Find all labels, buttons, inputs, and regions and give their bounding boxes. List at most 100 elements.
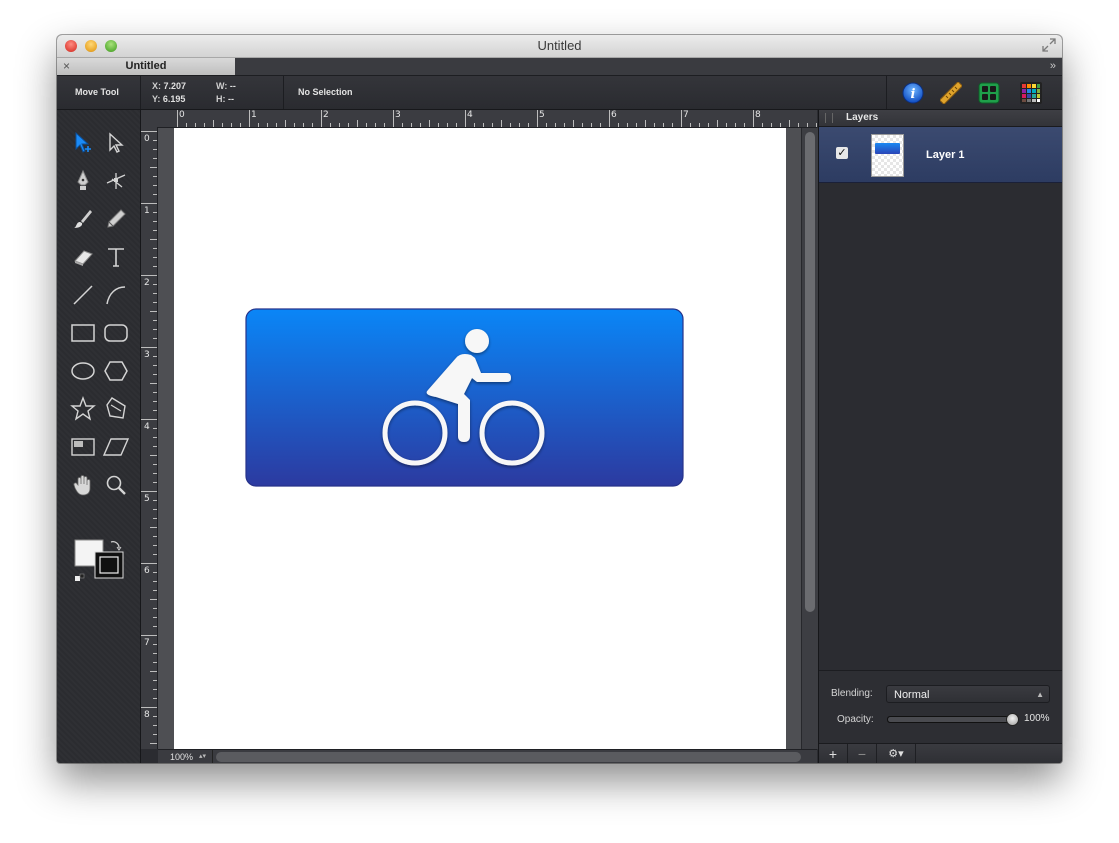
y-readout: Y: 6.195	[152, 94, 185, 104]
h-ruler-label: 7	[683, 110, 689, 120]
layer-thumbnail-art	[875, 143, 900, 154]
add-layer-button[interactable]: +	[819, 744, 848, 763]
zoom-stepper-icon: ▴▾	[198, 753, 206, 760]
layer-properties: Blending: Normal ▲ Opacity: 100%	[819, 670, 1062, 743]
h-ruler-label: 3	[395, 110, 401, 120]
tab-overflow-icon[interactable]: »	[1050, 58, 1056, 75]
vertical-ruler[interactable]: 0 1 2 3 4 5 6 7 8	[141, 127, 158, 749]
blending-label: Blending:	[831, 688, 873, 699]
layer-row[interactable]: ✓ Layer 1	[819, 127, 1062, 183]
v-ruler-label: 4	[144, 422, 150, 432]
app-window: Untitled × Untitled » Move Tool X: 7.207…	[57, 35, 1062, 763]
ruler-icon[interactable]	[940, 82, 962, 104]
curve-tool[interactable]	[101, 280, 131, 310]
direct-select-tool[interactable]	[101, 128, 131, 158]
v-ruler-label: 7	[144, 638, 150, 648]
blending-mode-value: Normal	[894, 689, 930, 701]
pencil-icon	[107, 209, 126, 228]
node-edit-icon	[106, 173, 126, 189]
eraser-tool[interactable]	[68, 242, 98, 272]
zoom-tool[interactable]	[101, 470, 131, 500]
v-ruler-label: 2	[144, 278, 150, 288]
layers-panel: Layers ✓ Layer 1 Blending: Normal ▲ Opac…	[818, 110, 1062, 763]
x-readout: X: 7.207	[152, 81, 186, 91]
h-ruler-label: 5	[539, 110, 545, 120]
pencil-tool[interactable]	[101, 204, 131, 234]
hand-tool[interactable]	[68, 470, 98, 500]
h-ruler-label: 6	[611, 110, 617, 120]
vertical-scroll-thumb[interactable]	[805, 132, 815, 612]
line-tool[interactable]	[68, 280, 98, 310]
pen-tool[interactable]	[68, 166, 98, 196]
opacity-slider-knob[interactable]	[1006, 713, 1019, 726]
window-title: Untitled	[537, 38, 582, 53]
opacity-value: 100%	[1024, 713, 1050, 724]
h-ruler-label: 1	[251, 110, 257, 120]
rounded-rectangle-tool[interactable]	[101, 318, 131, 348]
layer-name: Layer 1	[926, 149, 965, 161]
w-value: --	[229, 81, 236, 91]
layer-visibility-checkbox[interactable]: ✓	[836, 147, 848, 159]
crop-icon	[71, 438, 95, 456]
color-wells[interactable]	[73, 538, 125, 582]
selection-status: No Selection	[298, 87, 353, 97]
layers-title: Layers	[846, 112, 879, 123]
node-tool[interactable]	[101, 166, 131, 196]
rectangle-icon	[71, 324, 95, 342]
fullscreen-icon[interactable]	[1042, 38, 1056, 52]
info-icon[interactable]: i	[902, 82, 924, 104]
magnifier-icon	[106, 475, 126, 495]
h-ruler-label: 4	[467, 110, 473, 120]
hexagon-icon	[104, 361, 128, 381]
skew-tool[interactable]	[101, 432, 131, 462]
text-tool[interactable]	[101, 242, 131, 272]
tools-panel	[57, 110, 140, 763]
remove-layer-button[interactable]: −	[848, 744, 877, 763]
opacity-slider[interactable]	[887, 713, 1019, 726]
cyclist-button-artwork[interactable]	[245, 308, 685, 490]
crop-tool[interactable]	[68, 432, 98, 462]
polygon-icon	[106, 397, 126, 419]
blending-mode-select[interactable]: Normal ▲	[886, 685, 1050, 703]
skew-icon	[103, 438, 129, 456]
panel-grip-icon[interactable]	[825, 113, 833, 123]
toolbar-divider	[140, 76, 141, 109]
document-canvas[interactable]	[174, 128, 786, 749]
w-label: W:	[216, 81, 228, 91]
fill-stroke-swatch-icon	[74, 539, 124, 581]
h-label: H:	[216, 94, 226, 104]
ellipse-tool[interactable]	[68, 356, 98, 386]
rectangle-tool[interactable]	[68, 318, 98, 348]
selection-arrow-tool[interactable]	[68, 128, 98, 158]
v-ruler-label: 3	[144, 350, 150, 360]
move-arrow-icon	[75, 131, 91, 153]
v-ruler-label: 1	[144, 206, 150, 216]
toolbar-divider	[886, 76, 887, 109]
horizontal-scrollbar[interactable]	[216, 752, 801, 762]
v-ruler-label: 8	[144, 710, 150, 720]
tab-bar: × Untitled »	[57, 58, 1062, 76]
brush-icon	[74, 210, 92, 228]
star-tool[interactable]	[68, 394, 98, 424]
ellipse-icon	[71, 362, 95, 380]
brush-tool[interactable]	[68, 204, 98, 234]
grid-layout-icon[interactable]	[978, 82, 1000, 104]
line-icon	[73, 285, 93, 305]
opacity-label: Opacity:	[837, 714, 874, 725]
document-tab[interactable]: × Untitled	[57, 58, 235, 75]
current-tool-label: Move Tool	[75, 87, 119, 97]
polygon-tool[interactable]	[101, 394, 131, 424]
h-readout: H: --	[216, 94, 234, 104]
layer-options-gear-button[interactable]: ⚙▾	[877, 744, 916, 763]
layers-header: Layers	[819, 110, 1062, 127]
horizontal-ruler[interactable]: 0 1 2 3 4 5 6 7 8	[157, 110, 817, 128]
color-swatches-icon[interactable]	[1020, 82, 1042, 104]
h-ruler-label: 8	[755, 110, 761, 120]
tab-label: Untitled	[125, 60, 167, 72]
zoom-level-select[interactable]: 100% ▴▾	[161, 750, 213, 763]
w-readout: W: --	[216, 81, 236, 91]
vertical-scrollbar[interactable]	[801, 128, 818, 749]
y-value: 6.195	[162, 94, 186, 104]
hexagon-tool[interactable]	[101, 356, 131, 386]
v-ruler-label: 5	[144, 494, 150, 504]
